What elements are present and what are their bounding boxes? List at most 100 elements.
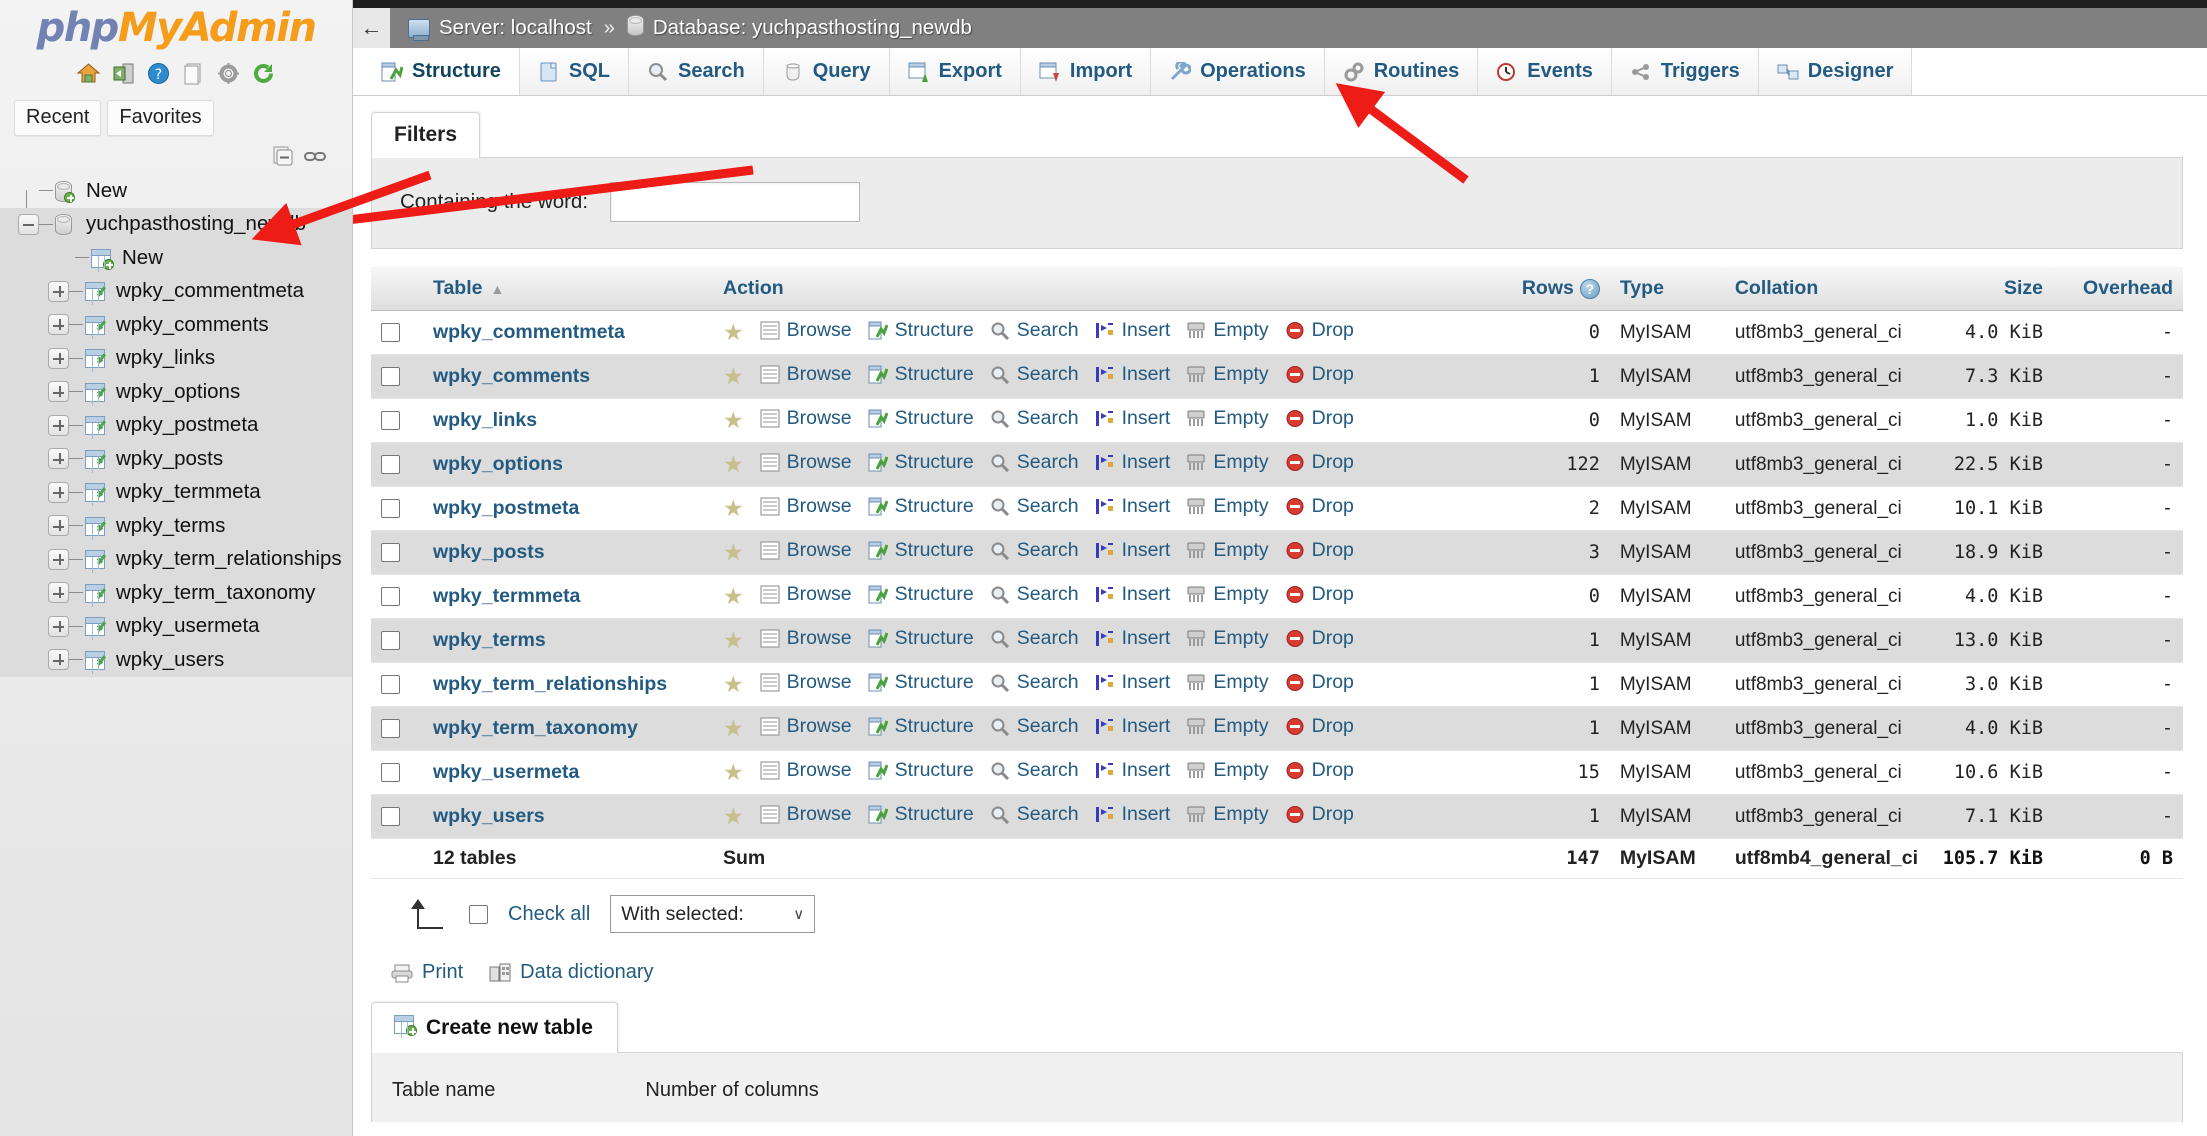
action-favorite[interactable]: ★: [723, 453, 744, 476]
tree-node-new-database[interactable]: New: [0, 174, 352, 208]
tree-node-wpky-links[interactable]: wpky_links: [0, 341, 352, 375]
tree-toggle-collapse[interactable]: [18, 213, 39, 235]
action-favorite[interactable]: ★: [723, 585, 744, 608]
row-checkbox[interactable]: [381, 323, 400, 343]
tree-node-wpky-comments[interactable]: wpky_comments: [0, 308, 352, 342]
tree-node-new-table[interactable]: New: [0, 241, 352, 275]
table-name-link[interactable]: wpky_comments: [433, 365, 590, 387]
action-empty[interactable]: Empty: [1186, 539, 1269, 562]
table-name-link[interactable]: wpky_term_relationships: [433, 673, 667, 695]
tab-structure[interactable]: Structure: [363, 48, 520, 95]
action-structure[interactable]: Structure: [868, 671, 974, 694]
header-size[interactable]: Size: [1928, 267, 2053, 311]
tree-toggle-expand[interactable]: [48, 515, 69, 537]
action-structure[interactable]: Structure: [868, 627, 974, 650]
breadcrumb-server[interactable]: Server: localhost: [408, 16, 592, 41]
docs-icon[interactable]: [181, 61, 206, 86]
action-empty[interactable]: Empty: [1186, 583, 1269, 606]
action-browse[interactable]: Browse: [760, 451, 852, 474]
action-drop[interactable]: Drop: [1285, 627, 1354, 650]
action-drop[interactable]: Drop: [1285, 583, 1354, 606]
print-link[interactable]: Print: [391, 961, 463, 984]
action-drop[interactable]: Drop: [1285, 671, 1354, 694]
action-drop[interactable]: Drop: [1285, 495, 1354, 518]
action-drop[interactable]: Drop: [1285, 319, 1354, 342]
tree-node-wpky-term-relationships[interactable]: wpky_term_relationships: [0, 542, 352, 576]
action-empty[interactable]: Empty: [1186, 363, 1269, 386]
action-structure[interactable]: Structure: [868, 583, 974, 606]
row-checkbox[interactable]: [381, 367, 400, 387]
row-checkbox[interactable]: [381, 587, 400, 607]
action-search[interactable]: Search: [990, 539, 1079, 562]
tree-node-wpky-usermeta[interactable]: wpky_usermeta: [0, 609, 352, 643]
action-insert[interactable]: Insert: [1095, 759, 1170, 782]
action-favorite[interactable]: ★: [723, 717, 744, 740]
action-insert[interactable]: Insert: [1095, 407, 1170, 430]
favorites-tab[interactable]: Favorites: [107, 100, 214, 136]
row-checkbox[interactable]: [381, 631, 400, 651]
tab-export[interactable]: Export: [889, 48, 1021, 95]
tab-triggers[interactable]: Triggers: [1611, 48, 1759, 95]
tree-toggle-expand[interactable]: [48, 314, 69, 336]
action-insert[interactable]: Insert: [1095, 319, 1170, 342]
action-empty[interactable]: Empty: [1186, 495, 1269, 518]
action-search[interactable]: Search: [990, 363, 1079, 386]
data-dictionary-link[interactable]: Data dictionary: [489, 961, 654, 984]
action-insert[interactable]: Insert: [1095, 583, 1170, 606]
action-favorite[interactable]: ★: [723, 541, 744, 564]
action-browse[interactable]: Browse: [760, 539, 852, 562]
table-name-link[interactable]: wpky_posts: [433, 541, 545, 563]
action-insert[interactable]: Insert: [1095, 627, 1170, 650]
tree-toggle-expand[interactable]: [48, 381, 69, 403]
breadcrumb-database[interactable]: Database: yuchpasthosting_newdb: [626, 14, 972, 42]
action-empty[interactable]: Empty: [1186, 803, 1269, 826]
action-structure[interactable]: Structure: [868, 539, 974, 562]
action-browse[interactable]: Browse: [760, 715, 852, 738]
tree-node-yuchpasthosting-newdb[interactable]: yuchpasthosting_newdb: [0, 207, 352, 241]
action-empty[interactable]: Empty: [1186, 759, 1269, 782]
check-all-checkbox[interactable]: [469, 904, 488, 924]
header-collation[interactable]: Collation: [1724, 267, 1928, 311]
action-empty[interactable]: Empty: [1186, 627, 1269, 650]
action-favorite[interactable]: ★: [723, 409, 744, 432]
action-structure[interactable]: Structure: [868, 451, 974, 474]
table-name-link[interactable]: wpky_users: [433, 805, 545, 827]
settings-icon[interactable]: [216, 61, 241, 86]
action-drop[interactable]: Drop: [1285, 363, 1354, 386]
logout-icon[interactable]: [111, 61, 136, 86]
tab-import[interactable]: Import: [1020, 48, 1152, 95]
tree-toggle-expand[interactable]: [48, 448, 69, 470]
recent-tab[interactable]: Recent: [14, 100, 102, 136]
header-table[interactable]: Table ▲: [423, 267, 713, 311]
link-tables-icon[interactable]: [304, 145, 326, 167]
action-empty[interactable]: Empty: [1186, 671, 1269, 694]
tab-query[interactable]: Query: [763, 48, 890, 95]
check-all-label[interactable]: Check all: [508, 903, 590, 926]
action-favorite[interactable]: ★: [723, 673, 744, 696]
action-search[interactable]: Search: [990, 759, 1079, 782]
action-search[interactable]: Search: [990, 715, 1079, 738]
tree-toggle-expand[interactable]: [48, 649, 69, 671]
action-browse[interactable]: Browse: [760, 759, 852, 782]
reload-icon[interactable]: [251, 61, 276, 86]
row-checkbox[interactable]: [381, 543, 400, 563]
help-icon[interactable]: ?: [1579, 278, 1600, 299]
action-structure[interactable]: Structure: [868, 407, 974, 430]
with-selected-select[interactable]: With selected: ∨: [610, 895, 816, 933]
row-checkbox[interactable]: [381, 763, 400, 783]
tree-toggle-expand[interactable]: [48, 481, 69, 503]
tab-search[interactable]: Search: [629, 48, 764, 95]
action-browse[interactable]: Browse: [760, 407, 852, 430]
tree-toggle-expand[interactable]: [48, 582, 69, 604]
containing-word-input[interactable]: [610, 182, 861, 222]
action-search[interactable]: Search: [990, 319, 1079, 342]
action-insert[interactable]: Insert: [1095, 539, 1170, 562]
action-browse[interactable]: Browse: [760, 627, 852, 650]
action-search[interactable]: Search: [990, 495, 1079, 518]
action-structure[interactable]: Structure: [868, 803, 974, 826]
action-insert[interactable]: Insert: [1095, 363, 1170, 386]
tab-operations[interactable]: Operations: [1151, 48, 1325, 95]
action-drop[interactable]: Drop: [1285, 715, 1354, 738]
table-name-link[interactable]: wpky_usermeta: [433, 761, 579, 783]
row-checkbox[interactable]: [381, 719, 400, 739]
